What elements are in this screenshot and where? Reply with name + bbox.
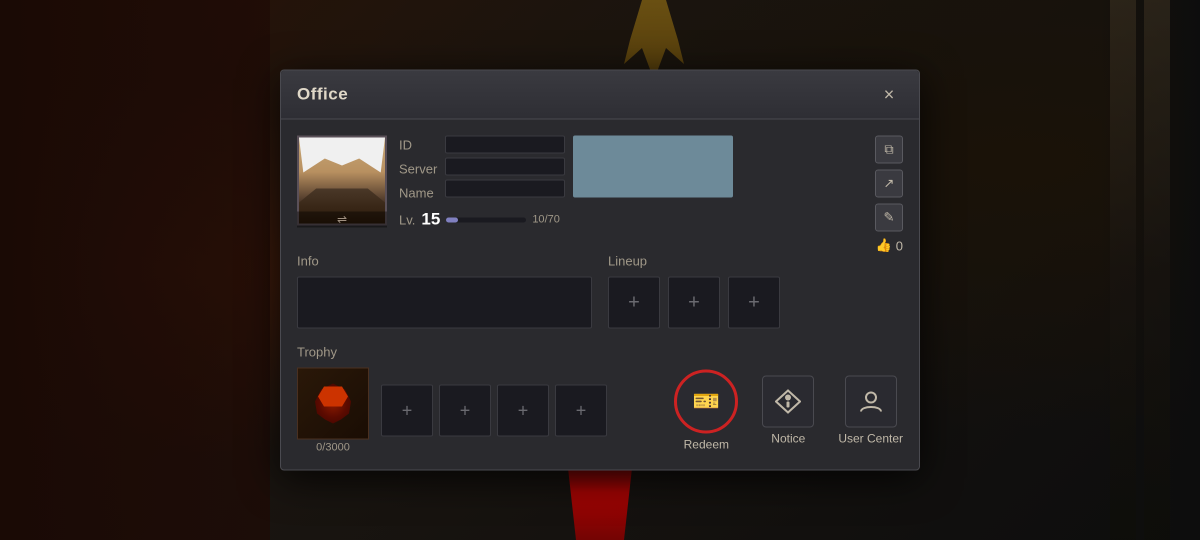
edit-button[interactable]: ✎ [875, 204, 903, 232]
notice-button[interactable]: Notice [762, 376, 814, 446]
lineup-label: Lineup [608, 254, 903, 269]
name-label: Name [399, 184, 437, 204]
bg-columns [1110, 0, 1170, 540]
lineup-slot-1[interactable]: + [608, 277, 660, 329]
user-center-button[interactable]: User Center [838, 376, 903, 446]
xp-bar-fill [446, 217, 458, 222]
notice-label: Notice [771, 432, 805, 446]
avatar-wrap: ⇌ [297, 136, 387, 226]
trophy-add-3[interactable]: + [497, 385, 549, 437]
redeem-label: Redeem [684, 438, 729, 452]
level-row: Lv. 15 10/70 [399, 210, 863, 230]
copy-button[interactable]: ⧉ [875, 136, 903, 164]
trophy-add-slots: + + + + [381, 385, 607, 437]
trophy-item: 0/3000 [297, 368, 369, 454]
like-area: 👍 0 [876, 238, 903, 254]
name-field [445, 180, 565, 198]
dialog-header: Office × [281, 71, 919, 120]
profile-icons: ⧉ ↗ ✎ 👍 0 [875, 136, 903, 254]
info-grid: ID Server Name [399, 136, 863, 204]
lineup-slots: + + + [608, 277, 903, 329]
like-count: 0 [896, 238, 903, 253]
xp-bar-bg [446, 217, 526, 222]
trophy-add-2[interactable]: + [439, 385, 491, 437]
user-center-label: User Center [838, 432, 903, 446]
lineup-section: Lineup + + + [608, 254, 903, 329]
actions-row: 🎫 Redeem Notice [674, 370, 903, 452]
server-field [445, 158, 565, 176]
trophy-add-4[interactable]: + [555, 385, 607, 437]
trophy-add-1[interactable]: + [381, 385, 433, 437]
lv-label: Lv. [399, 212, 415, 227]
office-dialog: Office × ⇌ ID Server [280, 70, 920, 471]
field-values [445, 136, 565, 198]
trophy-and-actions: 0/3000 + + + + 🎫 Redeem [297, 368, 903, 454]
close-button[interactable]: × [875, 81, 903, 109]
user-center-icon [858, 389, 884, 415]
profile-section: ⇌ ID Server Name [297, 136, 903, 254]
info-section: Info [297, 254, 592, 329]
bg-left [0, 0, 270, 540]
trophy-count: 0/3000 [297, 442, 369, 454]
redeem-button[interactable]: 🎫 Redeem [674, 370, 738, 452]
trophy-icon [308, 379, 358, 429]
lineup-slot-2[interactable]: + [668, 277, 720, 329]
field-labels: ID Server Name [399, 136, 437, 204]
like-icon: 👍 [876, 238, 892, 254]
info-label: Info [297, 254, 592, 269]
user-center-icon-wrap [845, 376, 897, 428]
dialog-title: Office [297, 85, 348, 105]
profile-center: ID Server Name Lv. 15 [399, 136, 863, 230]
dialog-body: ⇌ ID Server Name [281, 120, 919, 470]
trophy-label: Trophy [297, 345, 903, 360]
trophy-section: Trophy 0/3000 + + + + [297, 345, 903, 454]
lineup-slot-3[interactable]: + [728, 277, 780, 329]
info-textarea [297, 277, 592, 329]
xp-text: 10/70 [532, 214, 560, 226]
level-number: 15 [421, 210, 440, 230]
ticket-icon: 🎫 [693, 389, 720, 415]
redeem-icon-wrap: 🎫 [674, 370, 738, 434]
trophy-image [297, 368, 369, 440]
notice-icon-wrap [762, 376, 814, 428]
sections-row: Info Lineup + + + [297, 254, 903, 329]
avatar-arrow[interactable]: ⇌ [297, 212, 387, 228]
id-field [445, 136, 565, 154]
notice-icon [775, 389, 801, 415]
server-label: Server [399, 160, 437, 180]
id-label: ID [399, 136, 437, 156]
redacted-image [573, 136, 733, 198]
share-button[interactable]: ↗ [875, 170, 903, 198]
